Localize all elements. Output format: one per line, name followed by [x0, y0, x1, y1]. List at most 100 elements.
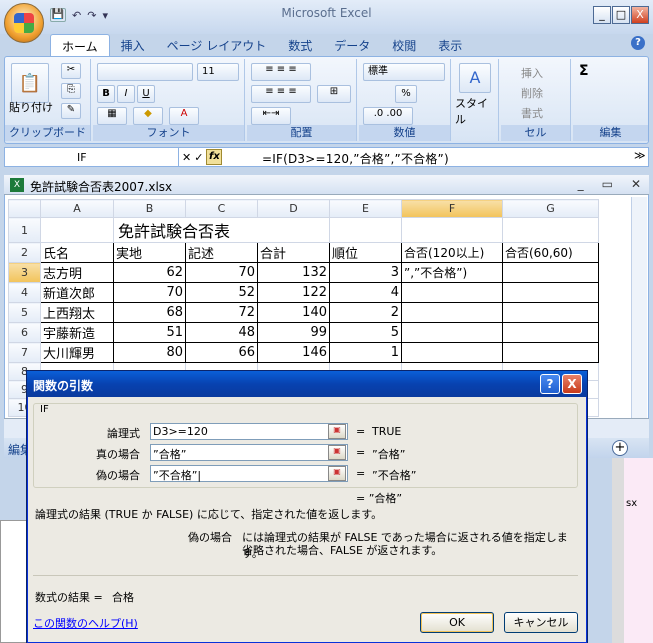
- cell[interactable]: 2: [329, 302, 402, 323]
- help-icon[interactable]: ?: [631, 36, 645, 50]
- italic-button[interactable]: I: [117, 85, 135, 103]
- dialog-close-button[interactable]: X: [562, 374, 582, 394]
- tab-data[interactable]: データ: [323, 34, 381, 56]
- collapse-dialog-icon[interactable]: ▣: [328, 466, 346, 481]
- tab-home[interactable]: ホーム: [50, 34, 110, 56]
- number-format-select[interactable]: 標準: [363, 63, 445, 81]
- cell[interactable]: 72: [185, 302, 258, 323]
- row-header[interactable]: 4: [8, 282, 41, 303]
- cell[interactable]: 66: [185, 342, 258, 363]
- cell[interactable]: 3: [329, 262, 402, 283]
- enter-icon[interactable]: ✓: [194, 151, 203, 164]
- header-cell[interactable]: 合否(60,60): [502, 242, 599, 263]
- function-help-link[interactable]: この関数のヘルプ(H): [33, 615, 138, 631]
- cancel-icon[interactable]: ✕: [182, 151, 191, 164]
- row-header[interactable]: 6: [8, 322, 41, 343]
- row-header[interactable]: 5: [8, 302, 41, 323]
- cell[interactable]: 68: [113, 302, 186, 323]
- cell[interactable]: [502, 217, 599, 243]
- formula-input[interactable]: =IF(D3>=120,”合格”,”不合格”): [262, 150, 449, 167]
- cell[interactable]: [401, 322, 503, 343]
- cut-icon[interactable]: ✂: [61, 63, 81, 79]
- header-cell[interactable]: 実地: [113, 242, 186, 263]
- header-cell[interactable]: 記述: [185, 242, 258, 263]
- header-cell[interactable]: 順位: [329, 242, 402, 263]
- arg-input-value-if-true[interactable]: ”合格”: [150, 444, 348, 461]
- autosum-button[interactable]: Σ: [579, 63, 589, 79]
- column-header-b[interactable]: B: [113, 199, 186, 218]
- cell[interactable]: 志方明: [40, 262, 114, 283]
- minimize-button[interactable]: _: [593, 6, 611, 24]
- vertical-scrollbar[interactable]: [631, 197, 647, 425]
- arg-input-logical-test[interactable]: D3>=120: [150, 423, 348, 440]
- styles-icon[interactable]: A: [459, 63, 491, 93]
- cell[interactable]: 70: [113, 282, 186, 303]
- delete-cells-button[interactable]: 削除: [521, 85, 543, 101]
- paste-button[interactable]: 貼り付け: [9, 99, 53, 115]
- copy-icon[interactable]: ⎘: [61, 83, 81, 99]
- cell[interactable]: 146: [257, 342, 330, 363]
- borders-icon[interactable]: ▦: [97, 107, 127, 125]
- cell[interactable]: 99: [257, 322, 330, 343]
- underline-button[interactable]: U: [137, 85, 155, 103]
- insert-function-icon[interactable]: fx: [206, 149, 223, 165]
- vertical-align-icon[interactable]: ≡ ≡ ≡: [251, 63, 311, 81]
- cell[interactable]: 132: [257, 262, 330, 283]
- cell[interactable]: 新道次郎: [40, 282, 114, 303]
- column-header-a[interactable]: A: [40, 199, 114, 218]
- workbook-maximize-button[interactable]: ▭: [602, 177, 613, 191]
- cell[interactable]: [401, 302, 503, 323]
- tab-insert[interactable]: 挿入: [110, 34, 156, 56]
- collapse-dialog-icon[interactable]: ▣: [328, 424, 346, 439]
- format-cells-button[interactable]: 書式: [521, 105, 543, 121]
- cell[interactable]: 上西翔太: [40, 302, 114, 323]
- cell[interactable]: [40, 217, 114, 243]
- horizontal-align-icon[interactable]: ≡ ≡ ≡: [251, 85, 311, 103]
- cell[interactable]: [502, 342, 599, 363]
- merge-center-icon[interactable]: ⊞: [317, 85, 351, 103]
- bold-button[interactable]: B: [97, 85, 115, 103]
- header-cell[interactable]: 合否(120以上): [401, 242, 503, 263]
- cell[interactable]: 140: [257, 302, 330, 323]
- cell[interactable]: [502, 322, 599, 343]
- font-size-select[interactable]: 11: [197, 63, 239, 81]
- column-header-e[interactable]: E: [329, 199, 402, 218]
- workbook-close-button[interactable]: ✕: [631, 177, 641, 191]
- row-header[interactable]: 1: [8, 217, 41, 243]
- cell[interactable]: 80: [113, 342, 186, 363]
- cell[interactable]: 宇藤新造: [40, 322, 114, 343]
- cell[interactable]: [329, 217, 402, 243]
- indent-icon[interactable]: ⇤⇥: [251, 107, 291, 125]
- tab-view[interactable]: 表示: [427, 34, 473, 56]
- column-header-d[interactable]: D: [257, 199, 330, 218]
- tab-page-layout[interactable]: ページ レイアウト: [156, 34, 278, 56]
- cell[interactable]: 52: [185, 282, 258, 303]
- dialog-help-button[interactable]: ?: [540, 374, 560, 394]
- column-header-f[interactable]: F: [401, 199, 503, 218]
- column-header-c[interactable]: C: [185, 199, 258, 218]
- tab-review[interactable]: 校閲: [381, 34, 427, 56]
- arg-input-value-if-false[interactable]: ”不合格”|: [150, 465, 348, 482]
- select-all-corner[interactable]: [8, 199, 41, 218]
- cell[interactable]: 62: [113, 262, 186, 283]
- cell[interactable]: [502, 302, 599, 323]
- active-cell[interactable]: ”,”不合格”): [401, 262, 503, 283]
- cell[interactable]: [502, 282, 599, 303]
- insert-cells-button[interactable]: 挿入: [521, 65, 543, 81]
- styles-button[interactable]: スタイル: [455, 95, 498, 127]
- header-cell[interactable]: 合計: [257, 242, 330, 263]
- ok-button[interactable]: OK: [420, 612, 494, 633]
- cell[interactable]: [401, 282, 503, 303]
- cell[interactable]: [502, 262, 599, 283]
- cell[interactable]: [401, 217, 503, 243]
- cell[interactable]: 5: [329, 322, 402, 343]
- office-button[interactable]: [4, 3, 44, 43]
- sheet-title-cell[interactable]: 免許試験合否表: [113, 217, 330, 243]
- close-button[interactable]: X: [631, 6, 649, 24]
- cell[interactable]: 70: [185, 262, 258, 283]
- row-header[interactable]: 3: [8, 262, 41, 283]
- header-cell[interactable]: 氏名: [40, 242, 114, 263]
- expand-formula-icon[interactable]: ≫: [634, 149, 646, 162]
- name-box[interactable]: IF: [4, 147, 179, 167]
- restore-button[interactable]: □: [612, 6, 630, 24]
